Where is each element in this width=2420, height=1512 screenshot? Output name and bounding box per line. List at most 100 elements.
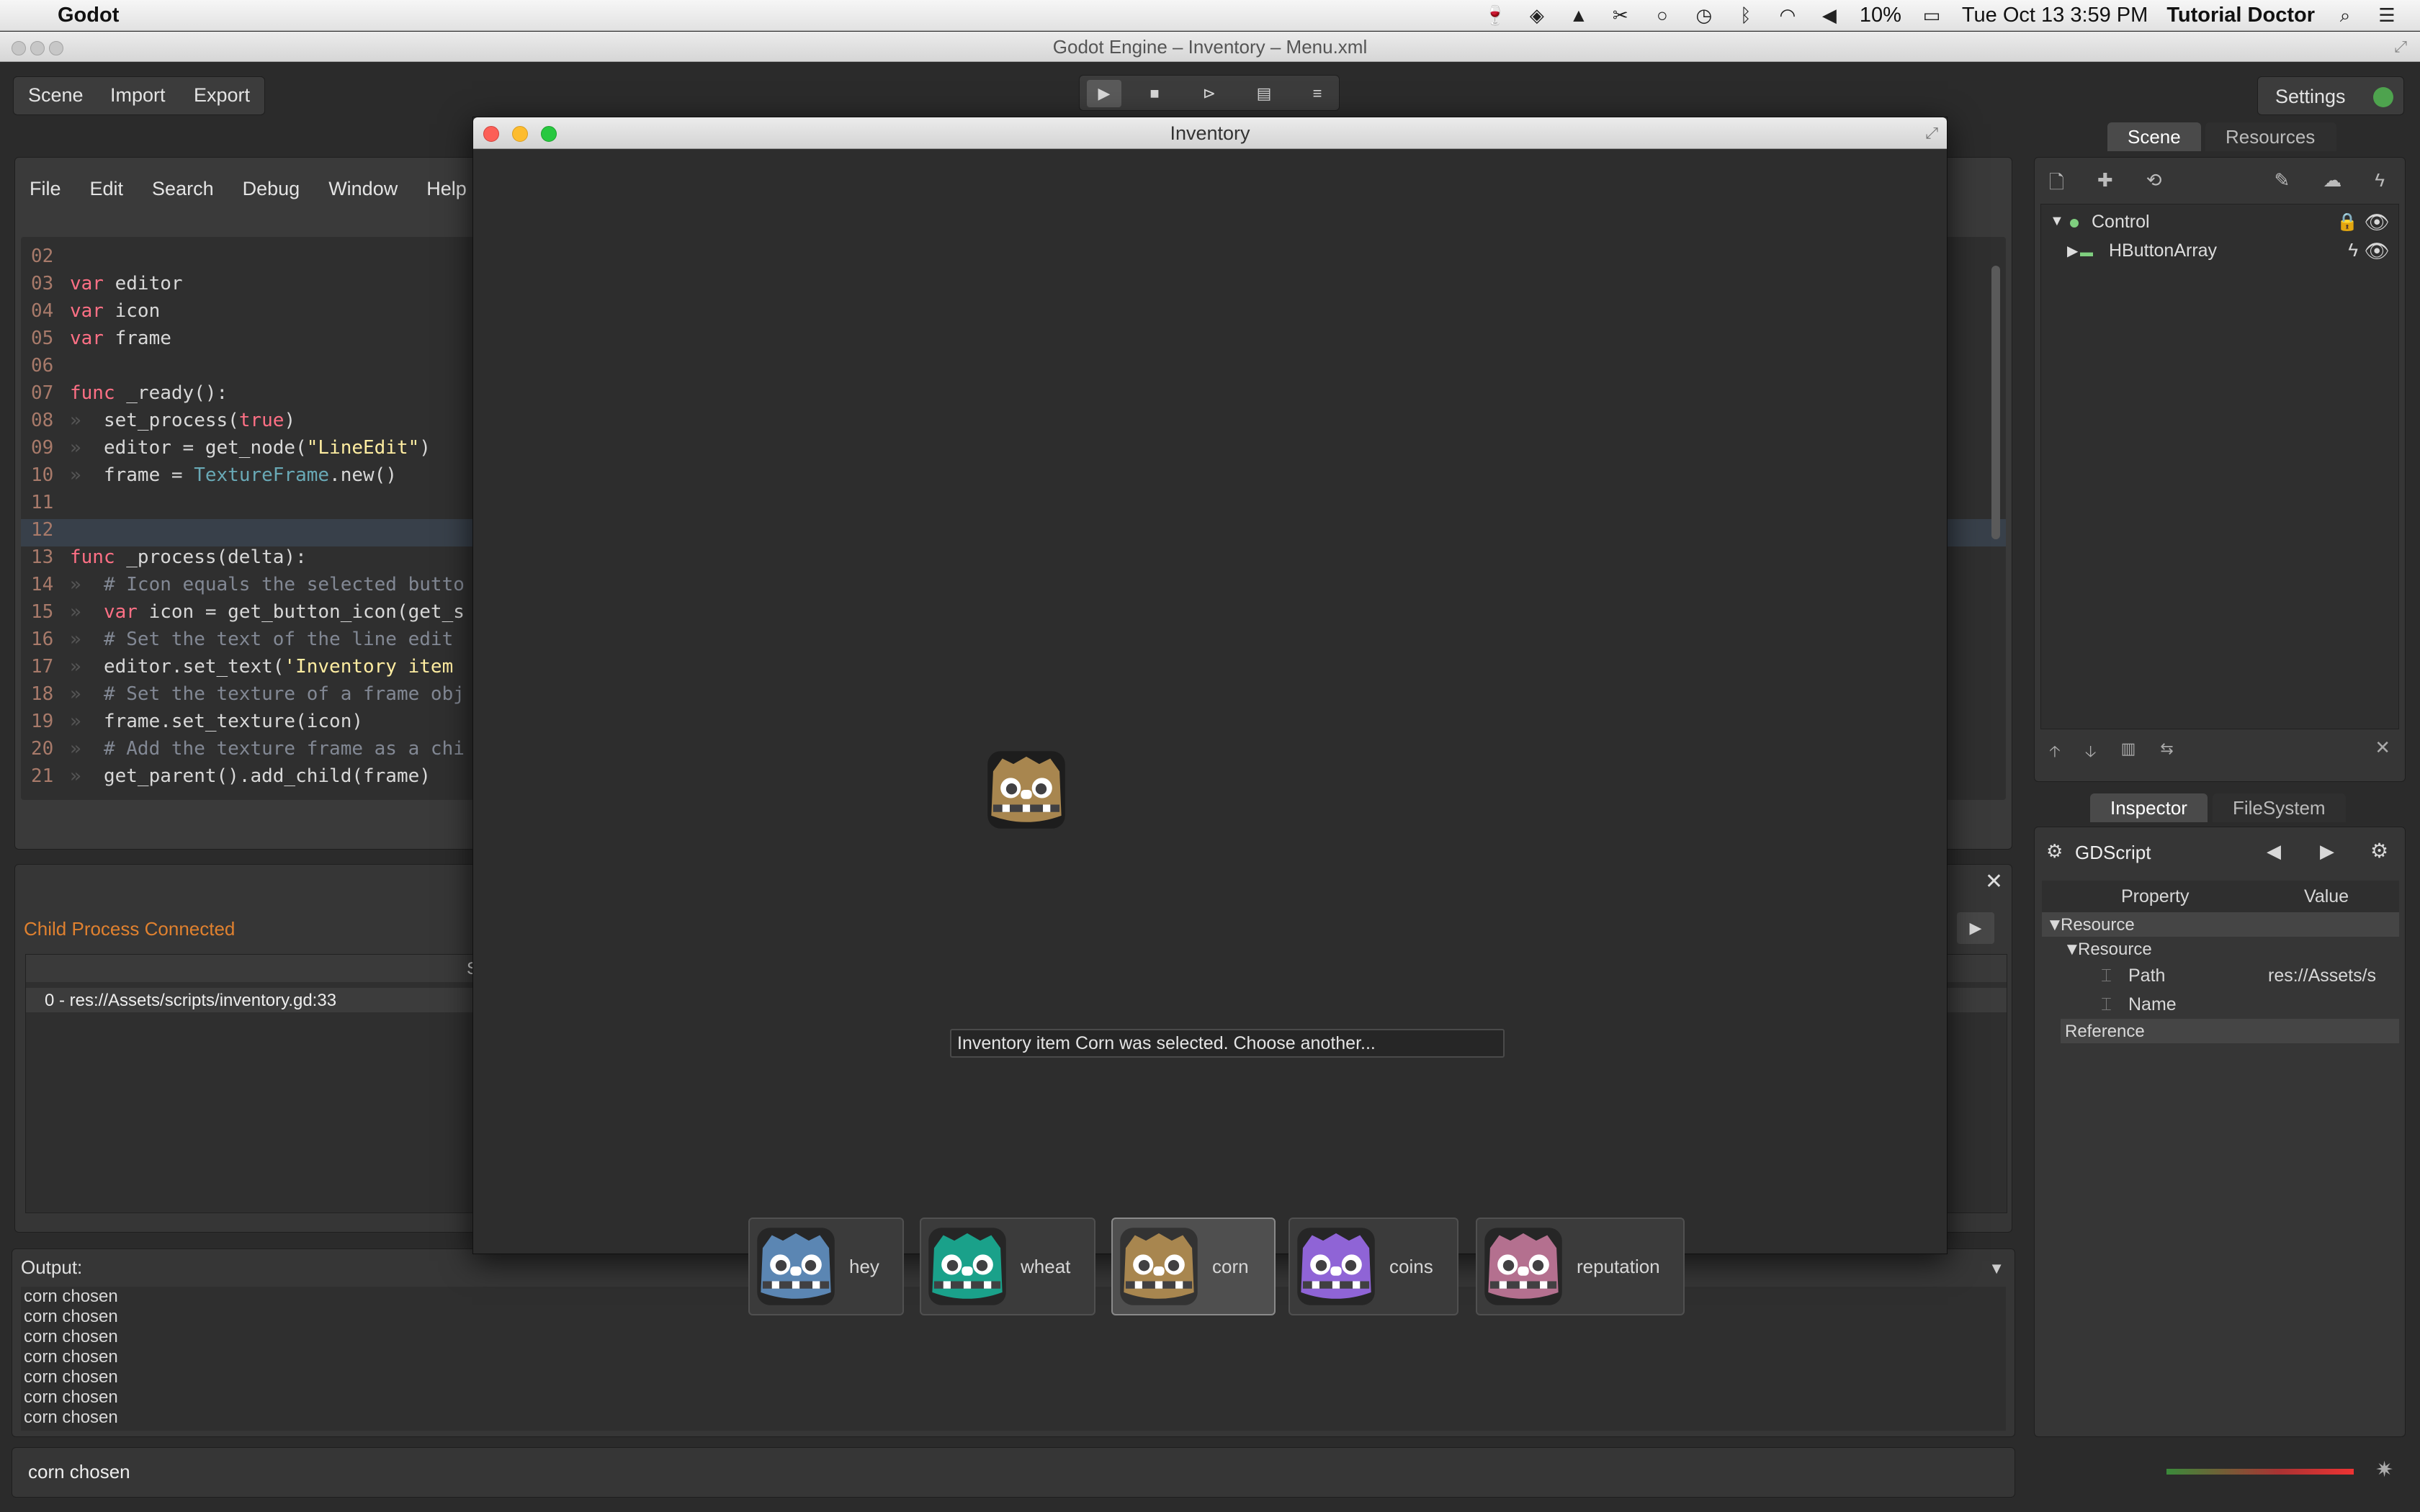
visibility-eye-icon[interactable]: 👁 [2364,210,2390,234]
code-line[interactable]: 10 » frame = TextureFrame.new() [31,462,465,489]
menu-export[interactable]: Export [179,77,264,113]
signal-connected-icon[interactable]: ϟ [2348,239,2358,261]
object-settings-icon[interactable]: ⚙ [2370,839,2388,863]
inspector-row-path[interactable]: ⌶ Path res://Assets/s [2042,961,2399,990]
play-icon[interactable]: ▶ [1087,80,1121,107]
inspector-row-name[interactable]: ⌶ Name [2042,990,2399,1019]
script-menu-help[interactable]: Help [412,171,481,207]
tab-inspector[interactable]: Inspector [2090,793,2208,822]
code-line[interactable]: 16 » # Set the text of the line edit [31,626,465,653]
code-line[interactable]: 08 » set_process(true) [31,407,465,434]
script-menu-debug[interactable]: Debug [228,171,315,207]
move-down-icon[interactable]: 🡣 [2085,739,2097,767]
code-line[interactable]: 06 [31,352,465,379]
path-value[interactable]: res://Assets/s [2268,966,2398,986]
play-scene-icon[interactable]: ⊳ [1195,80,1224,107]
menu-scene[interactable]: Scene [14,77,98,113]
inventory-button-coins[interactable]: coins [1289,1218,1458,1315]
window-zoom-button[interactable] [49,41,63,55]
spotlight-search-icon[interactable]: ⌕ [2334,4,2357,27]
menubar-user[interactable]: Tutorial Doctor [2166,4,2315,27]
code-line[interactable]: 03 var editor [31,270,465,297]
code-line[interactable]: 04 var icon [31,297,465,325]
code-line[interactable]: 17 » editor.set_text('Inventory item [31,653,465,680]
code-line[interactable]: 15 » var icon = get_button_icon(get_s [31,598,465,626]
inspector-subsection-resource[interactable]: ▼ Resource [2042,937,2399,961]
code-line[interactable]: 20 » # Add the texture frame as a chi [31,735,465,762]
code-line[interactable]: 18 » # Set the texture of a frame obj [31,680,465,708]
visibility-eye-icon[interactable]: 👁 [2364,239,2390,263]
collapse-arrow-icon[interactable]: ▶ [2067,242,2078,260]
code-line[interactable]: 13 func _process(delta): [31,544,465,571]
drive-icon[interactable]: ▲ [1567,4,1590,27]
menubar-clock[interactable]: Tue Oct 13 3:59 PM [1962,4,2148,27]
inventory-button-wheat[interactable]: wheat [920,1218,1095,1315]
inspector-section-resource[interactable]: ▼ Resource [2042,912,2399,937]
game-close-button[interactable] [483,126,499,142]
inspector-row-reference[interactable]: Reference [2061,1019,2399,1043]
code-scrollbar[interactable] [1991,266,2000,539]
script-menu-window[interactable]: Window [314,171,412,207]
game-zoom-button[interactable] [541,126,557,142]
code-line[interactable]: 19 » frame.set_texture(icon) [31,708,465,735]
tab-resources[interactable]: Resources [2205,122,2336,151]
scene-tree-item-control[interactable]: ▼ Control 🔒 👁 [2041,209,2398,236]
volume-icon[interactable]: ◀ [1818,4,1841,27]
code-line[interactable]: 05 var frame [31,325,465,352]
code-line[interactable]: 09 » editor = get_node("LineEdit") [31,434,465,462]
inventory-button-hey[interactable]: hey [748,1218,904,1315]
code-line[interactable]: 11 [31,489,465,516]
lock-icon[interactable]: 🔒 [2336,212,2358,233]
continue-arrow-icon[interactable]: ▶ [1957,912,1994,944]
app-menu-godot[interactable]: Godot [58,4,119,27]
messages-icon[interactable]: ○ [1651,4,1674,27]
output-collapse-icon[interactable]: ▼ [1989,1259,2004,1278]
inspector-object-name[interactable]: GDScript [2075,842,2151,864]
wine-glass-icon[interactable]: 🍷 [1484,4,1507,27]
code-line[interactable]: 14 » # Icon equals the selected butto [31,571,465,598]
tab-filesystem[interactable]: FileSystem [2213,793,2346,822]
move-up-icon[interactable]: 🡡 [2049,739,2061,767]
history-back-icon[interactable]: ◀ [2267,840,2281,863]
notification-center-icon[interactable]: ☰ [2375,4,2398,27]
code-line[interactable]: 12 [31,516,465,544]
game-minimize-button[interactable] [512,126,528,142]
inventory-button-corn[interactable]: corn [1111,1218,1276,1315]
fullscreen-icon[interactable]: ⤢ [2394,32,2407,62]
script-menu-search[interactable]: Search [138,171,228,207]
add-node-icon[interactable]: ✚ [2097,169,2113,201]
close-debugger-icon[interactable]: ✕ [1985,869,2003,894]
code-line[interactable]: 21 » get_parent().add_child(frame) [31,762,465,790]
time-machine-icon[interactable]: ◷ [1693,4,1716,27]
replace-node-icon[interactable]: ⟲ [2146,169,2162,201]
window-minimize-button[interactable] [30,41,45,55]
code-line[interactable]: 02 [31,243,465,270]
code-line[interactable]: 07 func _ready(): [31,379,465,407]
tab-scene[interactable]: Scene [2107,122,2201,151]
menu-import[interactable]: Import [96,77,180,113]
fullscreen-icon[interactable]: ⤢ [1925,117,1938,149]
expand-arrow-icon[interactable]: ▼ [2050,213,2064,230]
history-forward-icon[interactable]: ▶ [2320,840,2334,863]
script-menu-file[interactable]: File [15,171,76,207]
signals-icon[interactable]: ϟ [2375,169,2385,201]
inventory-button-reputation[interactable]: reputation [1476,1218,1685,1315]
wifi-icon[interactable]: ◠ [1776,4,1799,27]
edit-groups-icon[interactable]: ✎ [2275,169,2290,201]
stop-icon[interactable]: ■ [1140,80,1169,107]
debug-options-icon[interactable]: ≡ [1303,80,1332,107]
script-menu-edit[interactable]: Edit [76,171,138,207]
new-node-icon[interactable]: 🗋 [2049,169,2064,201]
code-text[interactable]: 02 03 var editor 04 var icon 05 var frame 06 07 f… [31,243,465,790]
settings-button[interactable]: Settings [2257,76,2404,115]
dropbox-icon[interactable]: ◈ [1525,4,1549,27]
message-line-edit[interactable]: Inventory item Corn was selected. Choose… [950,1029,1505,1058]
bluetooth-icon[interactable]: ᛒ [1734,4,1757,27]
battery-icon[interactable]: ▭ [1920,4,1943,27]
window-close-button[interactable] [12,41,26,55]
connections-icon[interactable]: ☁ [2323,169,2341,201]
play-custom-icon[interactable]: ▤ [1250,80,1278,107]
reparent-icon[interactable]: ⇆ [2160,739,2173,767]
delete-node-icon[interactable]: ✕ [2375,737,2390,759]
scene-tree-item-hbuttonarray[interactable]: ▶ ▬ HButtonArray ϟ 👁 [2041,238,2398,265]
